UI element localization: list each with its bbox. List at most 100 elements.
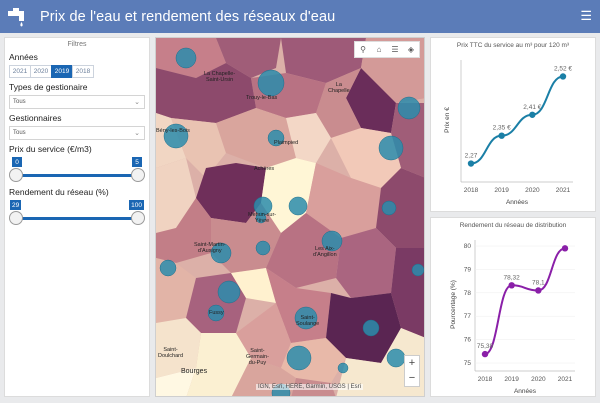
place-label: La Chapelle	[328, 82, 350, 94]
manager-type-label: Types de gestionaire	[9, 82, 88, 92]
map-toolbar: ⚲ ⌂ ☰ ◈	[354, 41, 420, 58]
data-label: 2,52 €	[554, 65, 572, 72]
y-tick-label: 80	[464, 243, 472, 250]
yield-chart: 75 76 77 78 79 80 2018 2019 2020 2021 75,38 78,32 78…	[450, 240, 575, 395]
place-label: Saint-Martin-d'Auxigny	[194, 242, 226, 254]
y-tick-label: 76	[464, 337, 472, 344]
x-tick-label: 2020	[525, 187, 540, 194]
y-tick-label: 75	[464, 360, 472, 367]
series-line	[470, 75, 564, 165]
y-axis-title: Prix en €	[444, 107, 451, 133]
data-label: 78,32	[504, 274, 521, 281]
manager-type-select[interactable]: Tous ⌄	[9, 95, 145, 109]
place-label: Plaimpied	[274, 140, 299, 146]
x-tick-label: 2021	[558, 376, 573, 383]
series-line	[484, 247, 566, 356]
place-label: Saint- Doulchard	[158, 347, 184, 359]
data-point	[535, 287, 542, 294]
x-tick-label: 2019	[504, 376, 519, 383]
price-chart-panel: Prix TTC du service au m³ pour 120 m³ 20…	[430, 37, 596, 212]
price-chart-title: Prix TTC du service au m³ pour 120 m³	[456, 42, 570, 49]
hamburger-icon[interactable]: ☰	[580, 9, 592, 22]
price-track	[16, 174, 138, 177]
managers-label: Gestionnaires	[9, 113, 62, 123]
filters-panel: Filtres Années 2021 2020 2019 2018 Types…	[4, 37, 150, 397]
managers-select[interactable]: Tous ⌄	[9, 126, 145, 140]
year-button-2018[interactable]: 2018	[72, 65, 94, 78]
price-max-value: 5	[132, 157, 142, 167]
choropleth-map[interactable]: La Chapelle- Saint-Ursin Trouy-le-Bas La C…	[155, 37, 425, 397]
year-button-2019[interactable]: 2019	[51, 65, 73, 78]
place-label: Achères	[254, 166, 275, 172]
map-canvas[interactable]	[156, 38, 425, 397]
y-axis-title: Pourcentage (%)	[450, 280, 457, 329]
zoom-in-button[interactable]: +	[405, 356, 419, 371]
yield-label: Rendement du réseau (%)	[9, 187, 109, 197]
map-attribution: IGN, Esri, HERE, Garmin, USGS | Esri	[256, 384, 363, 390]
y-tick-label: 77	[464, 313, 472, 320]
filters-title: Filtres	[67, 41, 87, 48]
data-point	[481, 350, 489, 358]
year-button-2021[interactable]: 2021	[9, 65, 31, 78]
yield-track	[16, 217, 138, 220]
app-title: Prix de l'eau et rendement des réseaux d…	[40, 8, 336, 25]
place-label: La Chapelle- Saint-Ursin	[204, 71, 236, 83]
price-max-handle[interactable]	[131, 168, 145, 182]
x-tick-label: 2018	[478, 376, 493, 383]
place-label: Bourges	[181, 368, 208, 375]
place-label: Bény-les-Bois	[156, 128, 190, 134]
price-min-handle[interactable]	[9, 168, 23, 182]
data-label: 2,41 €	[523, 104, 541, 111]
x-axis-title: Années	[506, 199, 529, 206]
managers-value: Tous	[13, 130, 26, 136]
x-tick-label: 2021	[556, 187, 571, 194]
price-min-value: 0	[12, 157, 22, 167]
data-point	[467, 160, 475, 167]
data-point	[508, 282, 515, 289]
price-slider[interactable]: 0 5	[9, 157, 145, 183]
yield-slider[interactable]: 29 100	[9, 200, 145, 226]
yield-min-handle[interactable]	[9, 211, 23, 225]
layers-icon[interactable]: ◈	[403, 42, 419, 57]
manager-type-value: Tous	[13, 99, 26, 105]
year-selector: 2021 2020 2019 2018	[9, 65, 149, 78]
yield-chart-title: Rendement du réseau de distribution	[459, 222, 567, 229]
data-point	[559, 73, 567, 80]
app-header: Prix de l'eau et rendement des réseaux d…	[0, 0, 600, 33]
place-label: Les Aix-d'Angillon	[313, 246, 337, 258]
years-label: Années	[9, 52, 38, 62]
price-label: Prix du service (€/m3)	[9, 144, 92, 154]
place-label: Saint- Germain-du-Puy	[246, 348, 269, 366]
yield-chart-panel: Rendement du réseau de distribution 75 76…	[430, 217, 596, 397]
chevron-down-icon: ⌄	[134, 130, 140, 137]
data-point	[561, 245, 569, 252]
place-label: Fussy	[209, 310, 224, 316]
zoom-control: + −	[404, 355, 420, 387]
year-button-2020[interactable]: 2020	[30, 65, 52, 78]
place-label: Mehun-sur- Yèvre	[248, 212, 277, 224]
list-icon[interactable]: ☰	[387, 42, 403, 57]
data-point	[498, 132, 505, 139]
yield-min-value: 29	[10, 200, 22, 210]
y-tick-label: 79	[464, 266, 472, 273]
water-tap-icon	[8, 7, 24, 26]
place-label: Trouy-le-Bas	[246, 95, 278, 101]
price-chart: 2018 2019 2020 2021 2,27 2,35 € 2,41 € 2,52 € An…	[444, 60, 573, 206]
x-tick-label: 2020	[531, 376, 546, 383]
data-label: 78,1	[532, 279, 545, 286]
data-point	[529, 111, 536, 118]
x-tick-label: 2018	[464, 187, 479, 194]
x-tick-label: 2019	[494, 187, 509, 194]
zoom-out-button[interactable]: −	[405, 371, 419, 386]
home-icon[interactable]: ⌂	[371, 42, 387, 57]
x-axis-title: Années	[514, 388, 537, 395]
place-label: Saint- Soulange	[296, 315, 320, 327]
y-tick-label: 78	[464, 290, 472, 297]
chevron-down-icon: ⌄	[134, 99, 140, 106]
data-label: 2,27	[465, 153, 478, 160]
data-label: 2,35 €	[493, 125, 511, 132]
yield-max-value: 100	[129, 200, 144, 210]
yield-max-handle[interactable]	[131, 211, 145, 225]
search-icon[interactable]: ⚲	[355, 42, 371, 57]
data-label: 75,38	[477, 343, 494, 350]
